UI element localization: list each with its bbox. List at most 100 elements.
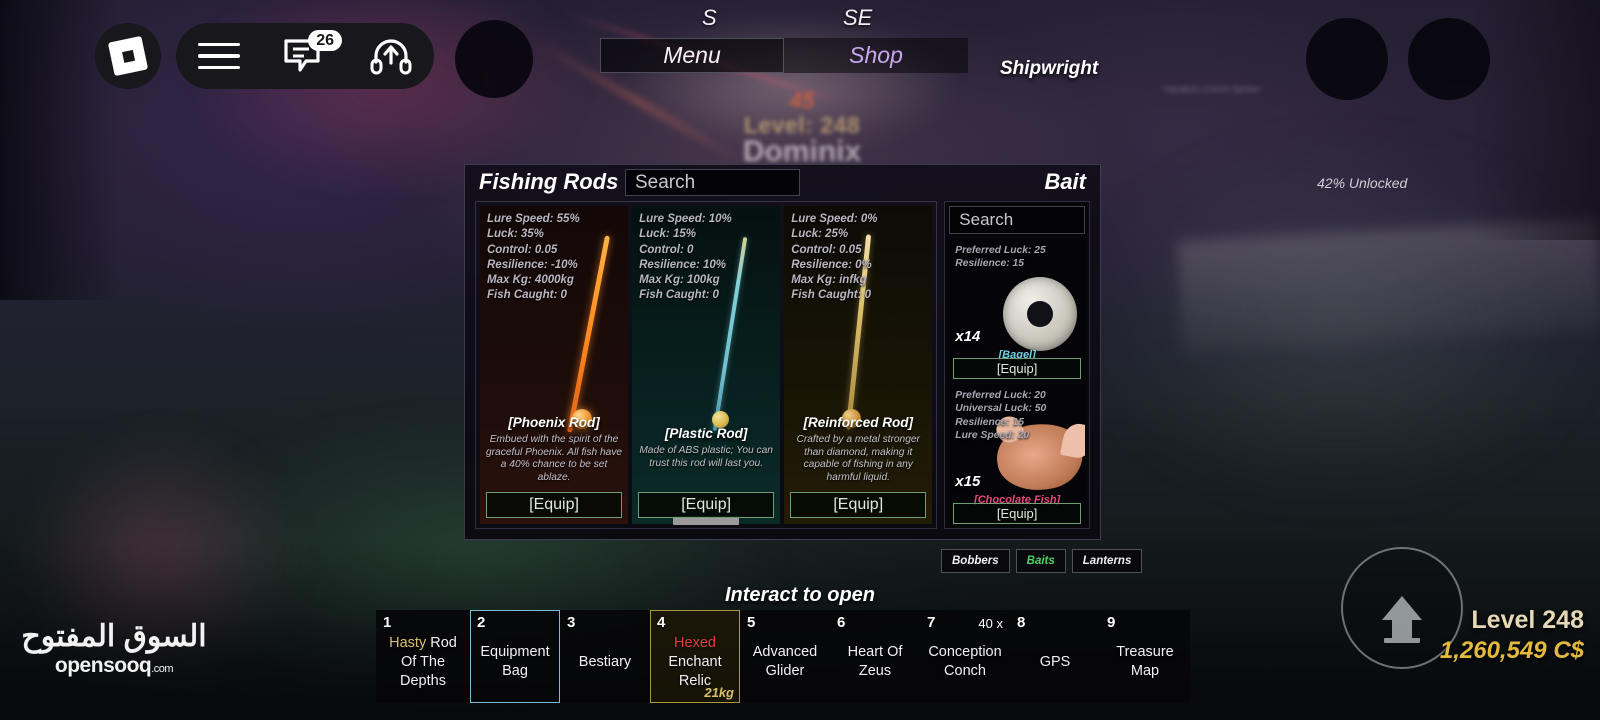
hotbar-slot-label: Heart Of Zeus: [847, 644, 903, 679]
hud-circle-button-right-1[interactable]: [1306, 18, 1388, 100]
bait-equip-button[interactable]: [Equip]: [953, 357, 1081, 379]
hotbar-slot-5[interactable]: 5 Advanced Glider: [740, 610, 830, 703]
hotbar-slot-number: 5: [747, 614, 756, 631]
bait-equip-button[interactable]: [Equip]: [953, 503, 1081, 524]
watermark-latin: opensooq.com: [54, 654, 174, 677]
npc-nameplate: Hanaka's Conch Spotter 45 Level: 248 Dom…: [612, 84, 1261, 169]
hotbar-slot-7[interactable]: 7 40 x Conception Conch: [920, 610, 1010, 703]
inventory-panel: Fishing Rods Search 42% Unlocked Bait Lu…: [464, 164, 1407, 540]
rod-card[interactable]: Lure Speed: 55% Luck: 35% Control: 0.05 …: [480, 206, 629, 524]
rod-card[interactable]: Lure Speed: 0% Luck: 25% Control: 0.05 R…: [784, 206, 933, 524]
bait-stat-preferred-luck: Preferred Luck: 20: [955, 389, 1046, 401]
menu-button[interactable]: Menu: [600, 38, 784, 73]
voice-chat-button[interactable]: [348, 23, 434, 89]
hud-circle-button-right-2[interactable]: [1408, 18, 1490, 100]
stat-control: Control: 0.05: [791, 243, 862, 256]
chat-button[interactable]: 26: [262, 23, 348, 89]
bait-quantity: x14: [955, 327, 981, 345]
stat-luck: Luck: 15%: [639, 228, 696, 241]
shop-button[interactable]: Shop: [784, 38, 968, 73]
hotbar-slot-6[interactable]: 6 Heart Of Zeus: [830, 610, 920, 703]
hotbar-slot-8[interactable]: 8 GPS: [1010, 610, 1100, 703]
watermark: السوق المفتوح opensooq.com: [14, 620, 214, 678]
stat-fish-caught: Fish Caught: 0: [487, 289, 567, 302]
bait-list-column: Search Preferred Luck: 25 Resilience: 15…: [944, 201, 1090, 529]
roblox-topbar: 26: [176, 23, 434, 89]
stat-max-kg: Max Kg: 100kg: [639, 274, 720, 287]
hotbar-slot-4[interactable]: 4 Hexed Enchant Relic 21kg: [650, 610, 740, 703]
stat-fish-caught: Fish Caught: 0: [791, 289, 872, 302]
npc-subtitle: Hanaka's Conch Spotter: [1163, 84, 1261, 94]
damage-number: 45: [789, 88, 815, 113]
hamburger-menu-icon: [198, 43, 240, 69]
rod-name: [Plastic Rod]: [664, 426, 748, 441]
hotbar-slot-label: Bestiary: [578, 653, 632, 670]
stat-luck: Luck: 35%: [487, 228, 544, 241]
hotbar-slot-label: Equipment Bag: [480, 644, 550, 679]
hotbar-slot-label: GPS: [1039, 653, 1071, 670]
stat-lure-speed: Lure Speed: 0%: [791, 213, 878, 225]
hotbar-slot-number: 9: [1107, 614, 1116, 631]
bait-search-input[interactable]: Search: [949, 206, 1085, 234]
hamburger-menu-button[interactable]: [176, 23, 262, 89]
bait-quantity: x15: [955, 473, 981, 490]
hotbar-slot-number: 3: [567, 614, 576, 631]
bagel-bait-image: [1003, 276, 1077, 351]
hotbar-slot-9[interactable]: 9 Treasure Map: [1100, 610, 1190, 703]
bait-card[interactable]: Preferred Luck: 25 Resilience: 15 x14 [B…: [949, 238, 1085, 379]
hotbar-slot-label: Advanced Glider: [752, 644, 818, 679]
stat-lure-speed: Lure Speed: 10%: [639, 213, 732, 225]
hotbar-slot-number: 4: [657, 614, 666, 631]
hotbar-slot-weight: 21kg: [704, 685, 734, 700]
hotbar-slot-label: Hexed Enchant Relic: [668, 634, 722, 689]
rods-scroll-area[interactable]: Lure Speed: 55% Luck: 35% Control: 0.05 …: [475, 201, 938, 529]
equip-button[interactable]: [Equip]: [486, 492, 623, 518]
rod-search-input[interactable]: Search: [625, 169, 800, 196]
rod-card[interactable]: Lure Speed: 10% Luck: 15% Control: 0 Res…: [632, 206, 781, 524]
hotbar-slot-label: Hasty Rod Of The Depths: [389, 634, 457, 689]
rod-description: Made of ABS plastic; You can trust this …: [639, 445, 773, 469]
hotbar-slot-number: 8: [1017, 614, 1026, 631]
hotbar-slot-1[interactable]: 1 Hasty Rod Of The Depths: [376, 610, 470, 703]
stat-max-kg: Max Kg: infkg: [791, 274, 867, 287]
hotbar-slot-label: Conception Conch: [928, 644, 1002, 679]
watermark-arabic: السوق المفتوح: [21, 620, 207, 653]
hotbar-slot-3[interactable]: 3 Bestiary: [560, 610, 650, 703]
shipwright-label: Shipwright: [1000, 58, 1099, 79]
bait-stats: Preferred Luck: 25 Resilience: 15: [949, 239, 1085, 271]
bait-card[interactable]: Preferred Luck: 20 Universal Luck: 50 Re…: [949, 383, 1085, 524]
compass-bar: S SE: [600, 5, 970, 33]
jump-arrow-up-icon: [1382, 596, 1422, 638]
hotbar-slot-number: 1: [383, 614, 392, 631]
top-nav-buttons: Menu Shop: [600, 38, 968, 73]
stat-resilience: Resilience: -10%: [487, 258, 578, 271]
equip-button[interactable]: [Equip]: [638, 492, 775, 518]
hud-circle-button-left[interactable]: [455, 20, 533, 98]
tab-baits[interactable]: Baits: [1015, 549, 1066, 573]
roblox-logo-button[interactable]: [95, 23, 161, 89]
chat-unread-badge: 26: [308, 30, 342, 51]
hotbar-slot-number: 6: [837, 614, 846, 631]
stat-luck: Luck: 25%: [791, 228, 849, 241]
rod-stats: Lure Speed: 55% Luck: 35% Control: 0.05 …: [480, 206, 628, 304]
bait-stat-resilience: Resilience: 15: [955, 257, 1024, 269]
bait-stat-universal-luck: Universal Luck: 50: [955, 403, 1047, 415]
headset-upload-icon: [370, 39, 412, 75]
equip-button[interactable]: [Equip]: [790, 492, 927, 518]
rod-description: Crafted by a metal stronger than diamond…: [796, 433, 920, 484]
hotbar-slot-number: 2: [477, 614, 486, 631]
bg-vignette-right: [1470, 0, 1600, 240]
unlocked-percent-label: 42% Unlocked: [1317, 175, 1408, 191]
hotbar-slot-count: 40 x: [978, 616, 1003, 631]
tab-bobbers[interactable]: Bobbers: [941, 549, 1010, 573]
player-level: Level 248: [1471, 606, 1584, 634]
rod-stats: Lure Speed: 10% Luck: 15% Control: 0 Res…: [632, 206, 780, 304]
bait-stats: Preferred Luck: 20 Universal Luck: 50 Re…: [949, 384, 1085, 443]
game-screen: Hanaka's Conch Spotter 45 Level: 248 Dom…: [0, 0, 1600, 720]
bait-stat-lure-speed: Lure Speed: 20: [955, 429, 1030, 441]
tab-lanterns[interactable]: Lanterns: [1071, 549, 1143, 573]
compass-south: S: [702, 5, 717, 30]
stat-resilience: Resilience: 10%: [639, 258, 727, 271]
hotbar-slot-2[interactable]: 2 Equipment Bag: [470, 610, 560, 703]
compass-south-east: SE: [843, 5, 873, 30]
